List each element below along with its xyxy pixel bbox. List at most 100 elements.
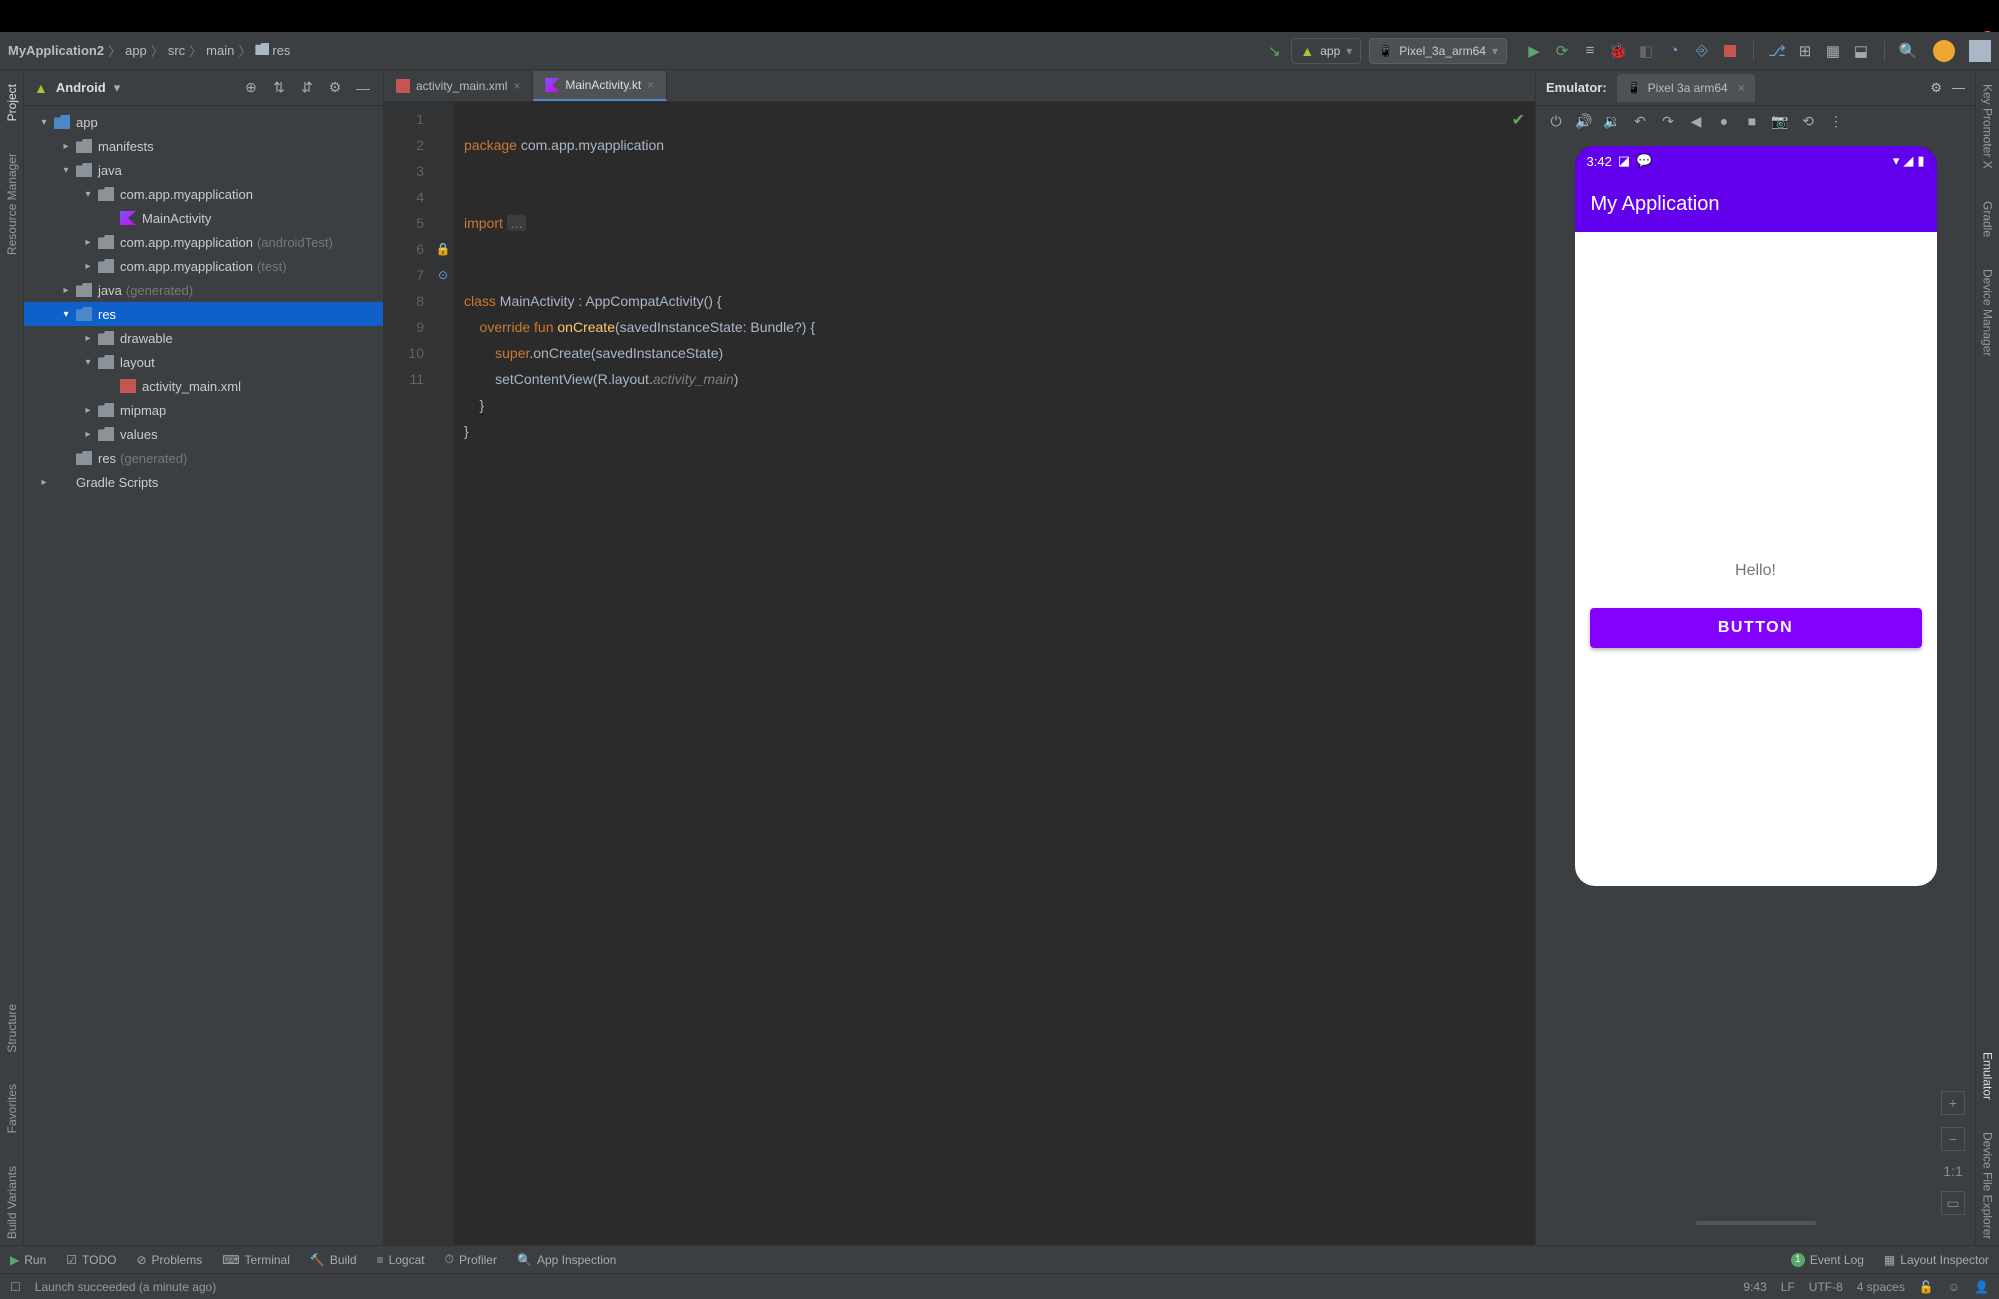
update-icon[interactable]: ⊞ — [1796, 42, 1814, 60]
tree-node[interactable]: ▸mipmap — [24, 398, 383, 422]
sync-icon[interactable]: ↘ — [1265, 42, 1283, 60]
hide-icon[interactable]: — — [1952, 80, 1965, 95]
tool-event-log[interactable]: 1Event Log — [1791, 1253, 1864, 1267]
editor-tab[interactable]: activity_main.xml× — [384, 71, 533, 101]
tool-profiler[interactable]: ⏱Profiler — [445, 1252, 497, 1267]
user-icon[interactable] — [1969, 40, 1991, 62]
face-icon[interactable]: ☺ — [1948, 1280, 1960, 1294]
tree-node[interactable]: ▾res — [24, 302, 383, 326]
breadcrumb-item[interactable]: MyApplication2 — [8, 43, 104, 58]
app-button[interactable]: BUTTON — [1590, 608, 1922, 648]
attach-icon[interactable]: ⎆ — [1693, 42, 1711, 60]
home-icon[interactable]: ● — [1716, 113, 1732, 129]
tree-node[interactable]: MainActivity — [24, 206, 383, 230]
status-line-separator[interactable]: LF — [1781, 1280, 1795, 1294]
tab-emulator[interactable]: Emulator — [1981, 1046, 1995, 1106]
tab-device-file-explorer[interactable]: Device File Explorer — [1981, 1126, 1995, 1245]
coverage-icon[interactable]: ◧ — [1637, 42, 1655, 60]
status-position[interactable]: 9:43 — [1743, 1280, 1766, 1294]
readonly-icon[interactable]: 🔓 — [1919, 1280, 1934, 1294]
device-dropdown[interactable]: 📱Pixel_3a_arm64▾ — [1369, 38, 1507, 64]
more-icon[interactable]: ⋮ — [1828, 113, 1844, 129]
gear-icon[interactable]: ⚙ — [325, 78, 345, 98]
tool-problems[interactable]: ⊘Problems — [136, 1253, 202, 1267]
gear-icon[interactable]: ⚙ — [1930, 80, 1942, 96]
man-icon[interactable]: 👤 — [1974, 1280, 1989, 1294]
rotate-left-icon[interactable]: ↶ — [1632, 113, 1648, 129]
overview-icon[interactable]: ■ — [1744, 113, 1760, 129]
apply-code-icon[interactable]: ≡ — [1581, 42, 1599, 60]
rotate-right-icon[interactable]: ↷ — [1660, 113, 1676, 129]
status-indent[interactable]: 4 spaces — [1857, 1280, 1905, 1294]
tool-build[interactable]: 🔨Build — [310, 1253, 357, 1267]
tree-node[interactable]: ▾app — [24, 110, 383, 134]
tool-logcat[interactable]: ≡Logcat — [377, 1253, 425, 1267]
sdk-icon[interactable]: ⬓ — [1852, 42, 1870, 60]
chevron-down-icon[interactable]: ▾ — [114, 80, 121, 96]
tab-gradle[interactable]: Gradle — [1981, 195, 1995, 243]
tree-node[interactable]: ▸drawable — [24, 326, 383, 350]
tool-layout-inspector[interactable]: ▦Layout Inspector — [1884, 1253, 1989, 1267]
screenshot-icon[interactable]: 📷 — [1772, 113, 1788, 129]
tab-project[interactable]: Project — [5, 78, 19, 127]
stop-icon[interactable] — [1721, 42, 1739, 60]
code[interactable]: ✔package com.app.myapplication import ..… — [454, 102, 1535, 1245]
tree-node[interactable]: ▸java(generated) — [24, 278, 383, 302]
tree-node[interactable]: ▾layout — [24, 350, 383, 374]
expand-icon[interactable]: ⇅ — [269, 78, 289, 98]
snapshot-icon[interactable]: ⟲ — [1800, 113, 1816, 129]
tree-node[interactable]: ▸com.app.myapplication(test) — [24, 254, 383, 278]
zoom-fit-icon[interactable]: ▭ — [1941, 1191, 1965, 1215]
tree-node[interactable]: ▸values — [24, 422, 383, 446]
emulator-tab[interactable]: 📱Pixel 3a arm64× — [1617, 74, 1755, 102]
tab-device-manager[interactable]: Device Manager — [1981, 263, 1995, 362]
tool-run[interactable]: ▶Run — [10, 1253, 46, 1267]
tree-node[interactable]: ▸manifests — [24, 134, 383, 158]
avd-icon[interactable]: ▦ — [1824, 42, 1842, 60]
editor-tab[interactable]: MainActivity.kt× — [533, 71, 667, 101]
git-icon[interactable]: ⎇ — [1768, 42, 1786, 60]
tab-resource-manager[interactable]: Resource Manager — [5, 147, 19, 261]
tab-key-promoter[interactable]: Key Promoter X — [1981, 78, 1995, 175]
panel-title[interactable]: Android — [56, 80, 106, 95]
tab-build-variants[interactable]: Build Variants — [5, 1160, 19, 1245]
profiler-icon[interactable]: ◔ — [1665, 42, 1683, 60]
tree-node[interactable]: res(generated) — [24, 446, 383, 470]
tab-structure[interactable]: Structure — [5, 998, 19, 1059]
zoom-11[interactable]: 1:1 — [1943, 1163, 1962, 1179]
apply-changes-icon[interactable]: ⟳ — [1553, 42, 1571, 60]
tree-node[interactable]: ▾com.app.myapplication — [24, 182, 383, 206]
emulator-label: Emulator: — [1546, 80, 1607, 95]
tool-app-inspection[interactable]: 🔍App Inspection — [517, 1253, 616, 1267]
run-config-dropdown[interactable]: ▲app▾ — [1291, 38, 1361, 64]
device-screen[interactable]: 3:42◪💬 ▾◢▮ My Application Hello! BUTTON — [1575, 146, 1937, 886]
search-icon[interactable]: 🔍 — [1899, 42, 1917, 60]
avatar[interactable] — [1933, 40, 1955, 62]
zoom-out-icon[interactable]: − — [1941, 1127, 1965, 1151]
tab-favorites[interactable]: Favorites — [5, 1078, 19, 1139]
tree-node[interactable]: ▾java — [24, 158, 383, 182]
debug-status-icon: ◪ — [1618, 153, 1630, 169]
power-icon[interactable]: ⏻ — [1548, 113, 1564, 129]
zoom-in-icon[interactable]: + — [1941, 1091, 1965, 1115]
breadcrumb-item[interactable]: app — [125, 43, 147, 58]
back-icon[interactable]: ◀ — [1688, 113, 1704, 129]
collapse-icon[interactable]: ⇵ — [297, 78, 317, 98]
tool-todo[interactable]: ☑TODO — [66, 1253, 116, 1267]
target-icon[interactable]: ⊕ — [241, 78, 261, 98]
debug-icon[interactable]: 🐞 — [1609, 42, 1627, 60]
volume-down-icon[interactable]: 🔉 — [1604, 113, 1620, 129]
volume-up-icon[interactable]: 🔊 — [1576, 113, 1592, 129]
status-encoding[interactable]: UTF-8 — [1809, 1280, 1843, 1294]
hide-icon[interactable]: — — [353, 78, 373, 98]
tree-node[interactable]: ▸com.app.myapplication(androidTest) — [24, 230, 383, 254]
run-icon[interactable]: ▶ — [1525, 42, 1543, 60]
breadcrumb-item[interactable]: src — [168, 43, 185, 58]
project-tree[interactable]: ▾app▸manifests▾java▾com.app.myapplicatio… — [24, 106, 383, 1245]
breadcrumb-item[interactable]: main — [206, 43, 234, 58]
tool-terminal[interactable]: ⌨Terminal — [222, 1253, 290, 1267]
breadcrumb-item[interactable]: res — [255, 43, 290, 58]
app-bar: My Application — [1575, 176, 1937, 232]
tree-node[interactable]: activity_main.xml — [24, 374, 383, 398]
tree-node[interactable]: ▸Gradle Scripts — [24, 470, 383, 494]
